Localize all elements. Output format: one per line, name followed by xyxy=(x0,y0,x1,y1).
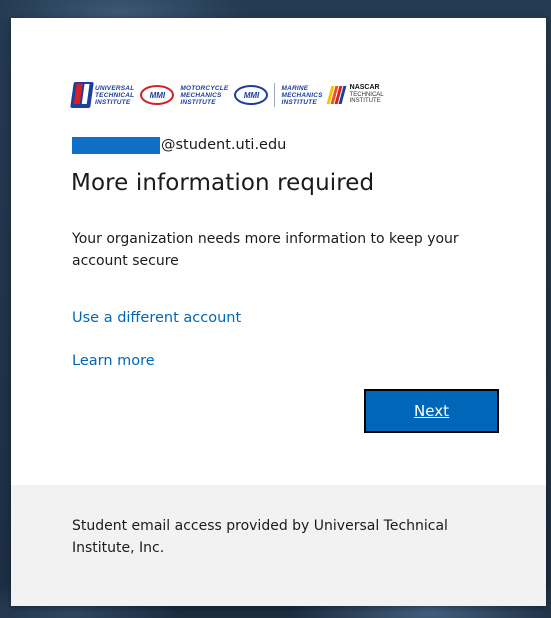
brand-logos: Universal Technical Institute MMI Motorc… xyxy=(70,78,432,112)
description-text: Your organization needs more information… xyxy=(72,231,459,269)
nascar-logo-line: TECHNICAL xyxy=(349,91,384,98)
footer-text: Student email access provided by Univers… xyxy=(72,518,448,556)
mmi-marine-logo-mark: MMI xyxy=(234,85,269,105)
motorcycle-logo-line: Institute xyxy=(180,98,216,106)
account-identity: @student.uti.edu xyxy=(72,135,286,155)
email-domain: @student.uti.edu xyxy=(161,137,287,153)
redacted-username xyxy=(72,136,160,154)
marine-logo-line: Marine xyxy=(281,84,309,92)
next-button[interactable]: Next xyxy=(364,389,499,433)
nascar-logo-text: NASCAR TECHNICAL INSTITUTE xyxy=(350,85,384,105)
uti-logo-line: Technical xyxy=(95,91,135,99)
motorcycle-logo-line: Mechanics xyxy=(180,91,222,99)
uti-logo-line: Institute xyxy=(95,98,131,106)
marine-logo-line: Mechanics xyxy=(281,91,323,99)
uti-logo: Universal Technical Institute xyxy=(70,82,134,108)
nascar-stripes-icon xyxy=(326,86,347,104)
motorcycle-logo-line: Motorcycle xyxy=(180,84,229,92)
logo-divider xyxy=(274,83,276,107)
uti-logo-mark xyxy=(70,82,94,108)
use-different-account-link[interactable]: Use a different account xyxy=(72,310,241,326)
marine-logo-text: Marine Mechanics Institute xyxy=(281,85,322,106)
sign-in-card: Universal Technical Institute MMI Motorc… xyxy=(11,18,546,606)
mmi-motorcycle-logo-mark: MMI xyxy=(140,85,175,105)
page-title: More information required xyxy=(71,170,375,196)
uti-logo-line: Universal xyxy=(95,84,135,92)
learn-more-link[interactable]: Learn more xyxy=(72,353,155,369)
marine-logo-line: Institute xyxy=(281,98,317,106)
nascar-logo-line: INSTITUTE xyxy=(349,98,381,105)
motorcycle-logo-text: Motorcycle Mechanics Institute xyxy=(180,85,228,106)
uti-logo-text: Universal Technical Institute xyxy=(95,85,134,106)
footer: Student email access provided by Univers… xyxy=(11,485,546,606)
